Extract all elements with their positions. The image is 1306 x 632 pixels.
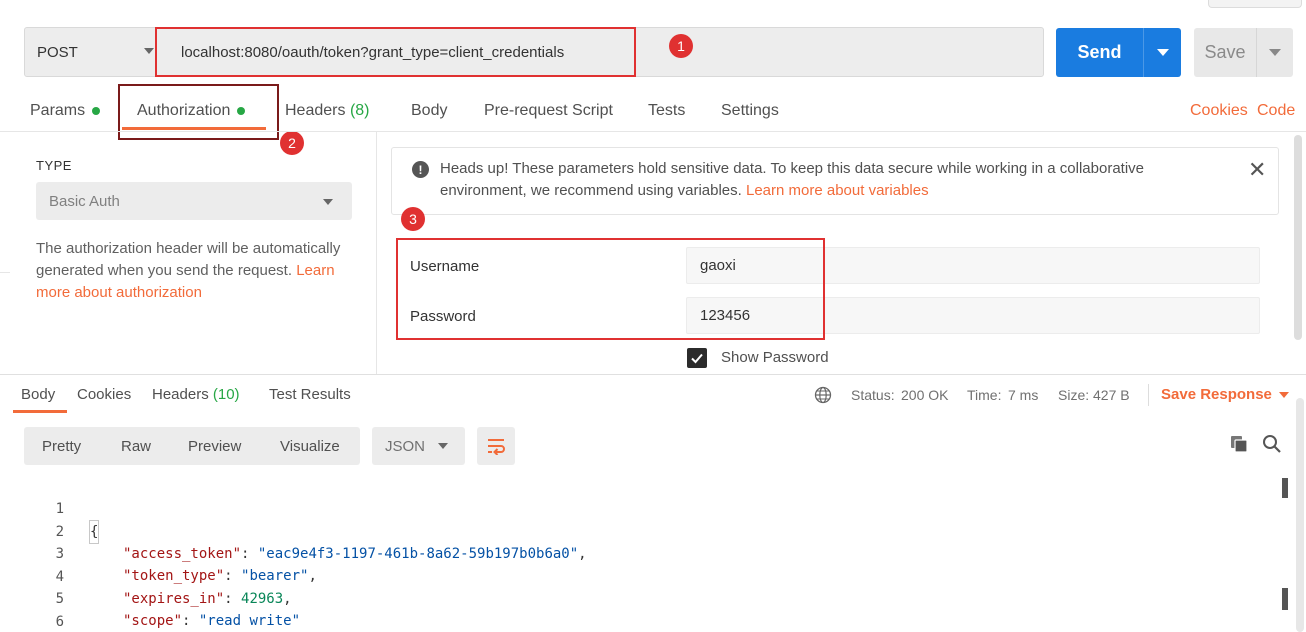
headers-count: (8) xyxy=(349,102,370,119)
save-options-button[interactable] xyxy=(1256,28,1293,77)
auth-type-label: TYPE xyxy=(36,158,72,173)
view-pretty-button[interactable]: Pretty xyxy=(42,427,81,465)
tab-params[interactable]: Params xyxy=(30,100,101,122)
json-key: "scope" xyxy=(123,613,183,629)
status-value: 200 OK xyxy=(901,387,949,403)
auth-description: The authorization header will be automat… xyxy=(36,238,356,304)
panel-divider xyxy=(376,132,377,374)
tab-pre-request-script[interactable]: Pre-request Script xyxy=(484,100,613,122)
save-response-button[interactable]: Save Response xyxy=(1161,386,1272,403)
wrap-lines-icon xyxy=(488,439,505,455)
format-select[interactable]: JSON xyxy=(372,427,465,465)
chevron-down-icon xyxy=(1156,49,1169,56)
chevron-down-icon xyxy=(323,199,333,205)
send-button[interactable]: Send xyxy=(1056,28,1143,77)
time-label: Time: xyxy=(967,387,1002,403)
notice-text: Heads up! These parameters hold sensitiv… xyxy=(440,158,1220,202)
chevron-down-icon xyxy=(1269,49,1281,56)
json-value: "read write" xyxy=(198,613,301,629)
tab-headers[interactable]: Headers (8) xyxy=(285,100,370,122)
response-tab-test-results[interactable]: Test Results xyxy=(269,386,351,403)
size-label: Size: xyxy=(1058,387,1090,403)
response-scrollbar[interactable] xyxy=(1296,398,1304,632)
chevron-down-icon xyxy=(144,48,154,54)
show-password-label: Show Password xyxy=(721,349,829,366)
status-label: Status: xyxy=(851,387,895,403)
code-line: 5 "scope": "read write" xyxy=(0,566,1280,629)
code-scroll-marker xyxy=(1282,588,1288,610)
response-tab-headers[interactable]: Headers (10) xyxy=(152,386,240,403)
learn-more-variables-link[interactable]: Learn more about variables xyxy=(746,182,929,199)
view-visualize-button[interactable]: Visualize xyxy=(280,427,340,465)
annotation-marker-2: 2 xyxy=(280,131,304,155)
code-line: 6 } xyxy=(0,589,1280,630)
code-scroll-marker xyxy=(1282,478,1288,498)
code-link[interactable]: Code xyxy=(1257,100,1295,122)
size-value: 427 B xyxy=(1093,387,1130,403)
tab-label: Headers xyxy=(152,386,209,403)
top-right-edge xyxy=(1208,0,1302,8)
annotation-marker-3: 3 xyxy=(401,207,425,231)
response-tab-body[interactable]: Body xyxy=(21,386,55,403)
line-number: 6 xyxy=(55,614,64,630)
close-icon[interactable]: ✕ xyxy=(1248,159,1266,181)
show-password-checkbox[interactable] xyxy=(687,348,707,368)
auth-description-text: The authorization header will be automat… xyxy=(36,240,341,279)
annotation-box-credentials xyxy=(396,238,825,340)
wrap-lines-button[interactable] xyxy=(477,427,515,465)
headers-count: (10) xyxy=(212,386,240,403)
globe-icon[interactable] xyxy=(814,386,832,404)
tab-settings[interactable]: Settings xyxy=(721,100,779,122)
view-raw-button[interactable]: Raw xyxy=(121,427,151,465)
edge-line xyxy=(0,272,10,273)
annotation-marker-1: 1 xyxy=(669,34,693,58)
method-select[interactable]: POST xyxy=(24,27,158,77)
active-dot-icon xyxy=(92,107,101,115)
send-options-button[interactable] xyxy=(1143,28,1181,77)
active-tab-indicator xyxy=(13,410,67,413)
view-preview-button[interactable]: Preview xyxy=(188,427,241,465)
chevron-down-icon[interactable] xyxy=(1279,392,1289,398)
copy-icon[interactable] xyxy=(1229,434,1249,454)
code-line: 2 "access_token": "eac9e4f3-1197-461b-8a… xyxy=(0,499,1280,562)
time-value: 7 ms xyxy=(1008,387,1039,403)
tab-label: Headers xyxy=(285,102,346,119)
response-tab-cookies[interactable]: Cookies xyxy=(77,386,131,403)
tabs-divider xyxy=(0,131,1306,132)
url-input[interactable]: localhost:8080/oauth/token?grant_type=cl… xyxy=(181,27,564,77)
save-button[interactable]: Save xyxy=(1194,28,1256,77)
chevron-down-icon xyxy=(438,443,448,449)
auth-type-select[interactable]: Basic Auth xyxy=(36,182,352,220)
tab-label: Params xyxy=(30,102,86,119)
code-line: 3 "token_type": "bearer", xyxy=(0,521,1280,584)
exclamation-icon: ! xyxy=(412,161,429,178)
code-line: 1 { xyxy=(0,476,1280,544)
tab-body[interactable]: Body xyxy=(411,100,447,122)
code-line: 4 "expires_in": 42963, xyxy=(0,544,1280,607)
tab-tests[interactable]: Tests xyxy=(648,100,685,122)
cookies-link[interactable]: Cookies xyxy=(1190,100,1248,122)
auth-scrollbar[interactable] xyxy=(1294,135,1302,340)
separator xyxy=(1148,384,1149,406)
response-divider[interactable] xyxy=(0,374,1306,375)
search-icon[interactable] xyxy=(1262,434,1282,454)
check-icon xyxy=(691,353,703,364)
